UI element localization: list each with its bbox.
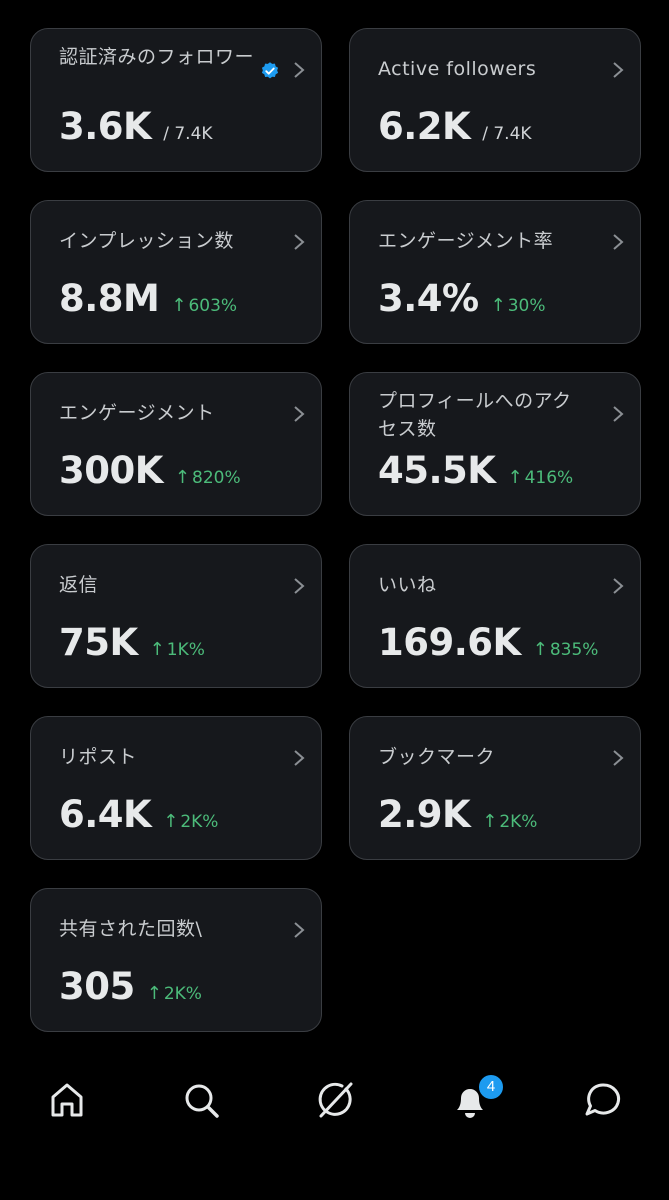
- stat-value-row: 45.5K ↑ 416%: [378, 449, 573, 500]
- stat-value: 2.9K: [378, 793, 471, 836]
- stat-delta: ↑ 2K%: [482, 811, 538, 832]
- up-arrow-icon: ↑: [149, 639, 165, 660]
- stat-value-row: 8.8M ↑ 603%: [59, 277, 237, 328]
- stat-card-bookmarks[interactable]: ブックマーク 2.9K ↑ 2K%: [349, 716, 641, 860]
- stat-delta: ↑ 2K%: [146, 983, 202, 1004]
- stat-card-verified-followers[interactable]: 認証済みのフォロワー 3.6K / 7.4K: [30, 28, 322, 172]
- stat-delta: ↑ 603%: [171, 295, 238, 316]
- stat-value-row: 3.4% ↑ 30%: [378, 277, 546, 328]
- stat-value-row: 300K ↑ 820%: [59, 449, 241, 500]
- stat-label: 返信: [59, 574, 99, 596]
- stat-label: プロフィールへのアクセス数: [378, 390, 572, 440]
- chevron-right-icon: [294, 922, 305, 938]
- up-arrow-icon: ↑: [163, 811, 179, 832]
- up-arrow-icon: ↑: [532, 639, 548, 660]
- stat-label: 共有された回数\: [59, 918, 203, 940]
- chevron-right-icon: [294, 62, 305, 78]
- bottom-tab-bar: [0, 1062, 669, 1142]
- stat-card-shares[interactable]: 共有された回数\ 305 ↑ 2K%: [30, 888, 322, 1032]
- message-icon[interactable]: [583, 1080, 623, 1120]
- up-arrow-icon: ↑: [482, 811, 498, 832]
- stat-delta-value: 30%: [507, 296, 546, 316]
- stat-label: いいね: [378, 574, 437, 596]
- analytics-screen: 認証済みのフォロワー 3.6K / 7.4K Active followers 6…: [0, 0, 669, 1200]
- stat-delta-value: 835%: [549, 640, 599, 660]
- chevron-right-icon: [294, 750, 305, 766]
- stat-value-row: 6.4K ↑ 2K%: [59, 793, 218, 844]
- stat-delta: ↑ 416%: [507, 467, 574, 488]
- stat-card-active-followers[interactable]: Active followers 6.2K / 7.4K: [349, 28, 641, 172]
- stat-delta-value: 1K%: [166, 640, 205, 660]
- stat-delta: ↑ 835%: [532, 639, 599, 660]
- chevron-right-icon: [294, 578, 305, 594]
- stat-value: 300K: [59, 449, 163, 492]
- chevron-right-icon: [613, 406, 624, 422]
- stat-card-impressions[interactable]: インプレッション数 8.8M ↑ 603%: [30, 200, 322, 344]
- stat-label: 認証済みのフォロワー: [59, 46, 255, 68]
- stat-value-row: 3.6K / 7.4K: [59, 105, 213, 156]
- stat-value: 45.5K: [378, 449, 496, 492]
- stat-total: / 7.4K: [482, 124, 532, 144]
- chevron-right-icon: [294, 406, 305, 422]
- stat-total: / 7.4K: [163, 124, 213, 144]
- stat-delta-value: 2K%: [163, 984, 202, 1004]
- chevron-right-icon: [613, 234, 624, 250]
- stat-delta: ↑ 1K%: [149, 639, 205, 660]
- stat-value: 8.8M: [59, 277, 160, 320]
- chevron-right-icon: [613, 578, 624, 594]
- stat-delta: ↑ 2K%: [163, 811, 219, 832]
- verified-badge-icon: [261, 62, 279, 79]
- stat-card-reposts[interactable]: リポスト 6.4K ↑ 2K%: [30, 716, 322, 860]
- stat-label: エンゲージメント率: [378, 230, 554, 252]
- home-icon[interactable]: [47, 1080, 87, 1120]
- stat-value: 3.6K: [59, 105, 152, 148]
- stat-delta: ↑ 30%: [490, 295, 546, 316]
- stat-delta: ↑ 820%: [174, 467, 241, 488]
- stat-delta-value: 2K%: [180, 812, 219, 832]
- stat-label: Active followers: [378, 58, 537, 80]
- stat-label: リポスト: [59, 746, 138, 768]
- chevron-right-icon: [613, 62, 624, 78]
- chevron-right-icon: [294, 234, 305, 250]
- up-arrow-icon: ↑: [171, 295, 187, 316]
- stat-value: 6.2K: [378, 105, 471, 148]
- stat-value-row: 2.9K ↑ 2K%: [378, 793, 537, 844]
- stat-value: 305: [59, 965, 135, 1008]
- stat-label: インプレッション数: [59, 230, 234, 252]
- stat-value-row: 6.2K / 7.4K: [378, 105, 532, 156]
- stat-delta-value: 2K%: [499, 812, 538, 832]
- stat-delta-value: 820%: [192, 468, 241, 488]
- stat-label: エンゲージメント: [59, 402, 215, 424]
- stat-card-replies[interactable]: 返信 75K ↑ 1K%: [30, 544, 322, 688]
- stat-card-engagements[interactable]: エンゲージメント 300K ↑ 820%: [30, 372, 322, 516]
- chevron-right-icon: [613, 750, 624, 766]
- stat-value: 75K: [59, 621, 138, 664]
- up-arrow-icon: ↑: [146, 983, 162, 1004]
- stat-value-row: 305 ↑ 2K%: [59, 965, 202, 1016]
- stat-card-engagement-rate[interactable]: エンゲージメント率 3.4% ↑ 30%: [349, 200, 641, 344]
- stat-value: 6.4K: [59, 793, 152, 836]
- notifications-badge: 4: [477, 1073, 505, 1101]
- stat-value: 3.4%: [378, 277, 479, 320]
- search-icon[interactable]: [181, 1080, 221, 1120]
- up-arrow-icon: ↑: [174, 467, 190, 488]
- stat-value-row: 75K ↑ 1K%: [59, 621, 205, 672]
- up-arrow-icon: ↑: [507, 467, 523, 488]
- stat-card-likes[interactable]: いいね 169.6K ↑ 835%: [349, 544, 641, 688]
- stat-card-profile-visits[interactable]: プロフィールへのアクセス数 45.5K ↑ 416%: [349, 372, 641, 516]
- stat-delta-value: 603%: [188, 296, 238, 316]
- stat-label: ブックマーク: [378, 746, 496, 768]
- grok-icon[interactable]: [315, 1080, 355, 1120]
- stat-value: 169.6K: [378, 621, 521, 664]
- stat-delta-value: 416%: [524, 468, 574, 488]
- up-arrow-icon: ↑: [490, 295, 506, 316]
- stat-value-row: 169.6K ↑ 835%: [378, 621, 598, 672]
